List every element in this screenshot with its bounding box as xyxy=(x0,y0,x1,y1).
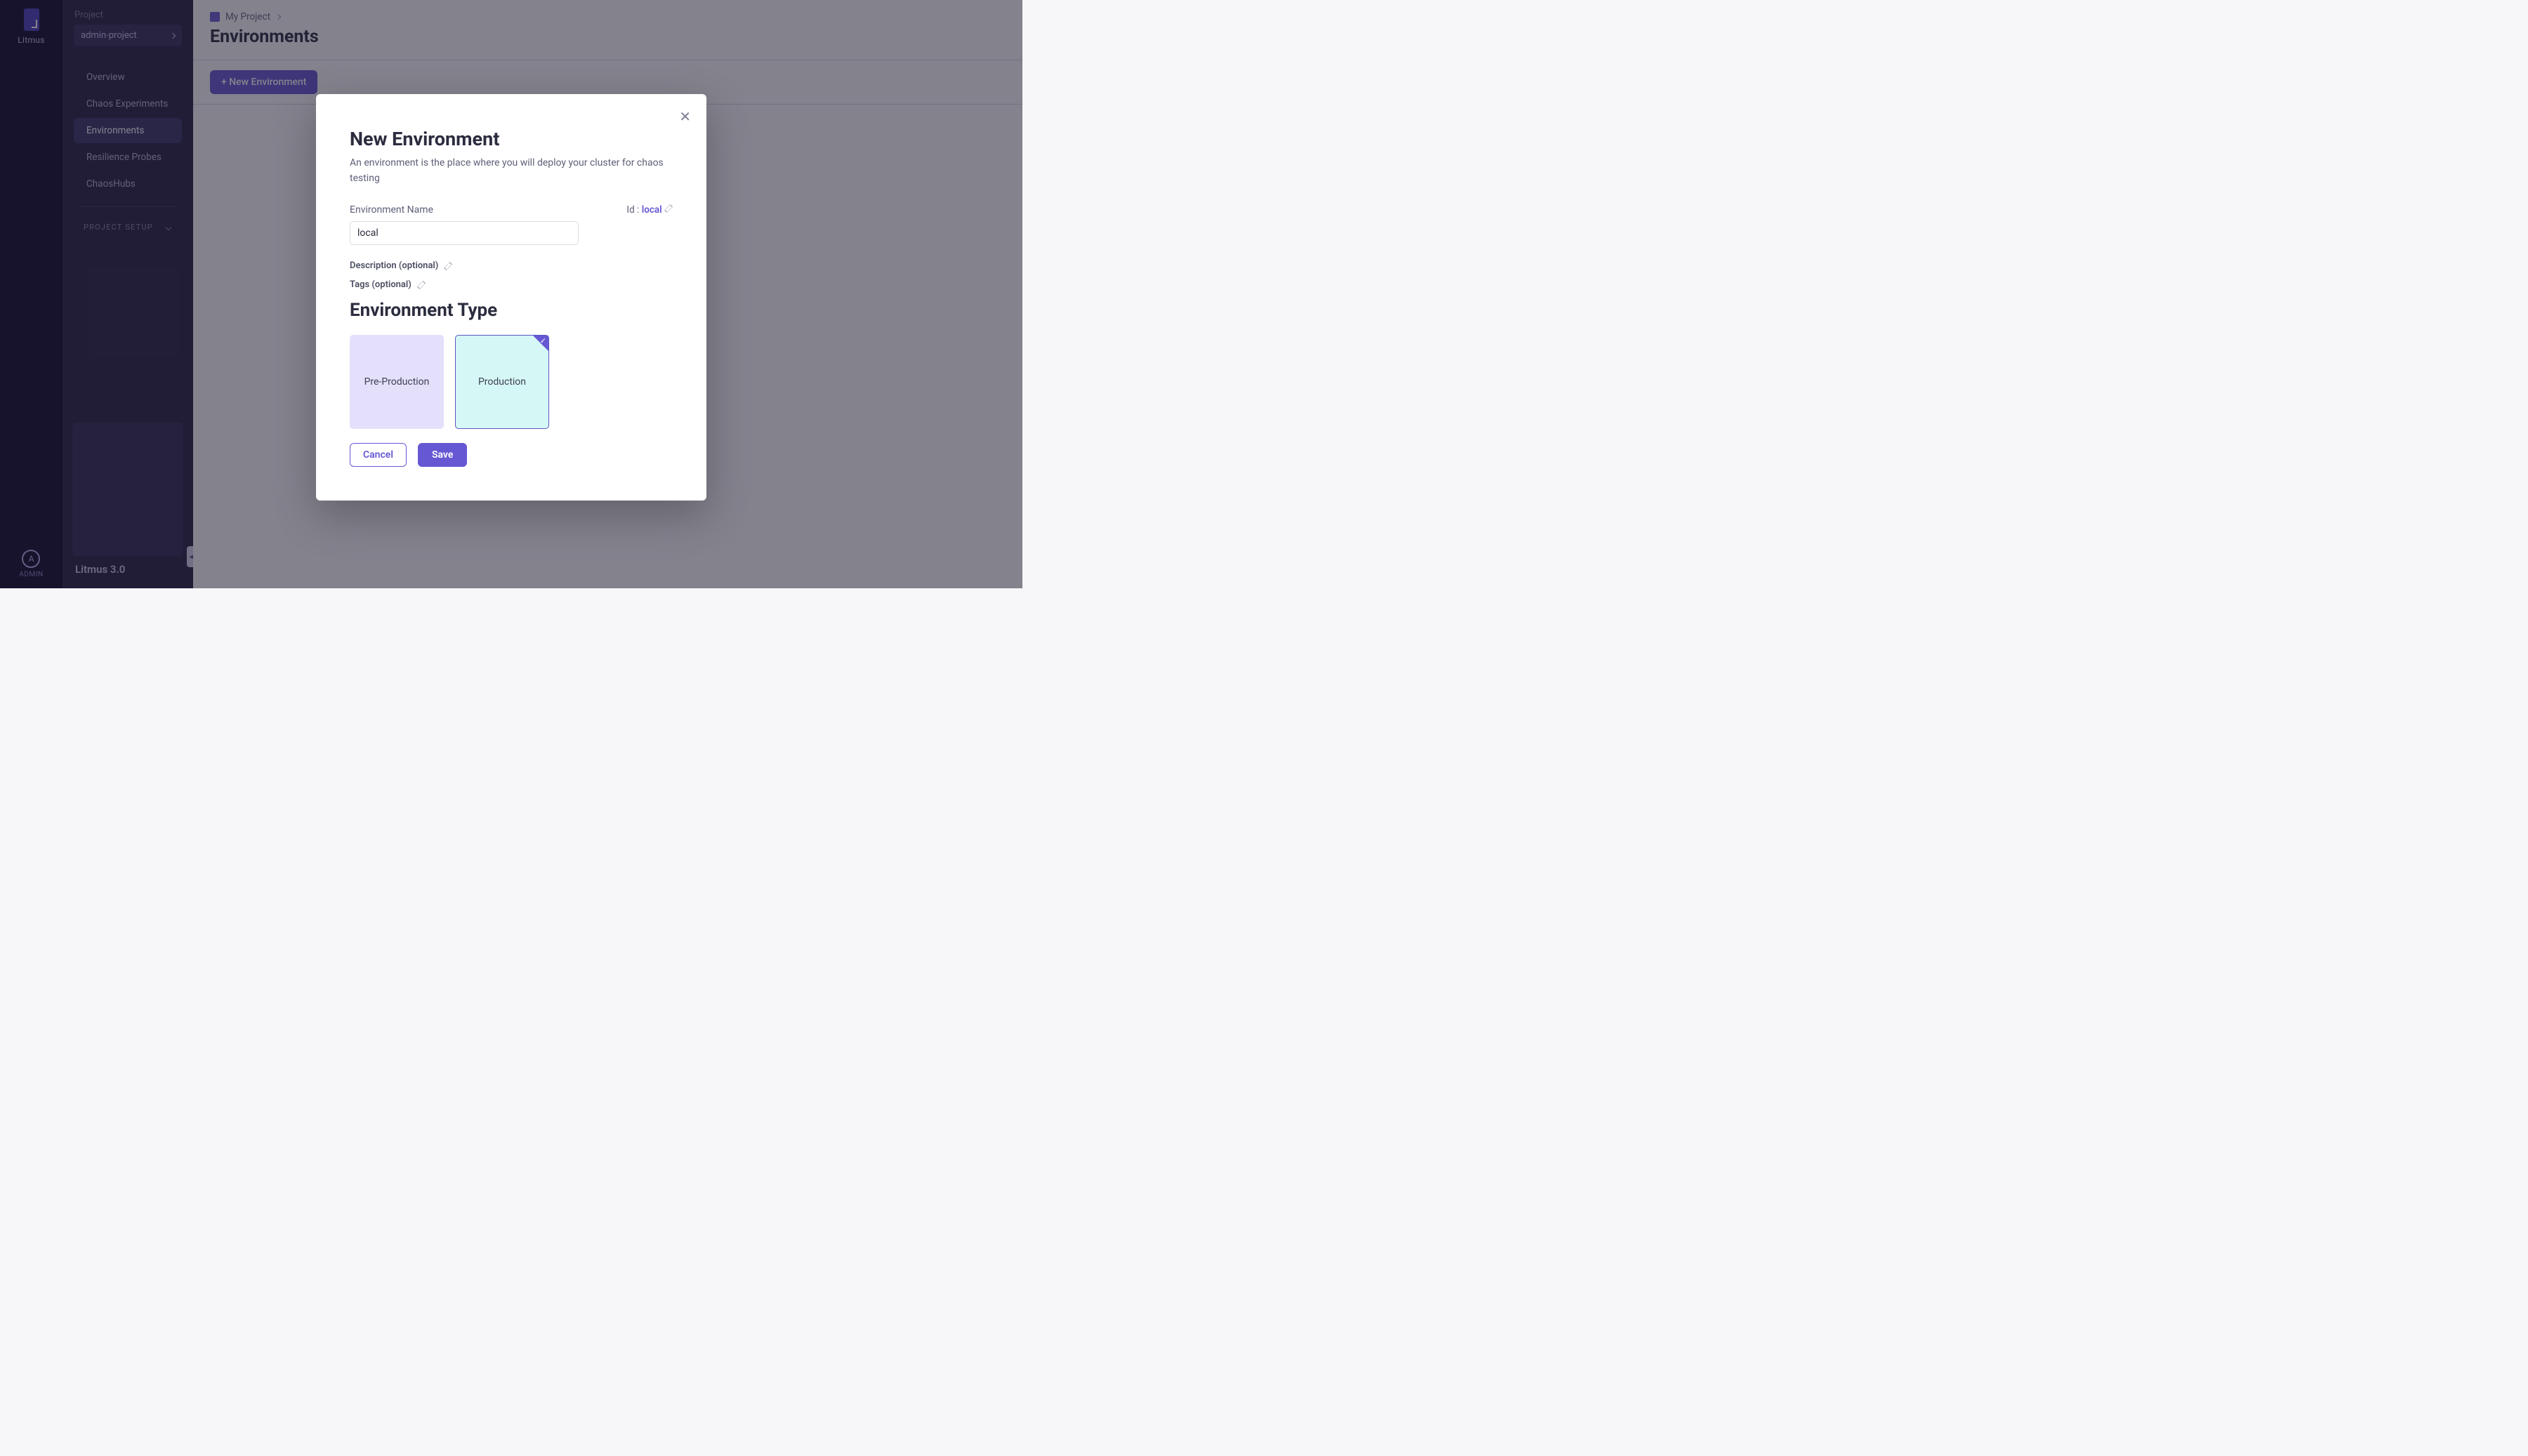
tags-label: Tags (optional) xyxy=(350,279,412,290)
close-icon[interactable]: ✕ xyxy=(679,110,691,124)
environment-type-heading: Environment Type xyxy=(350,300,673,321)
new-environment-modal: ✕ New Environment An environment is the … xyxy=(316,94,706,501)
id-prefix: Id : xyxy=(626,204,641,216)
modal-subtitle: An environment is the place where you wi… xyxy=(350,156,673,186)
tags-toggle[interactable]: Tags (optional) xyxy=(350,279,673,290)
env-type-production[interactable]: ✓ Production xyxy=(455,335,549,429)
card-label: Pre-Production xyxy=(364,376,430,388)
description-toggle[interactable]: Description (optional) xyxy=(350,260,673,271)
description-label: Description (optional) xyxy=(350,260,438,271)
edit-id-icon[interactable] xyxy=(664,204,673,213)
cancel-button[interactable]: Cancel xyxy=(350,443,407,467)
edit-description-icon xyxy=(444,262,452,270)
card-label: Production xyxy=(478,376,526,388)
modal-title: New Environment xyxy=(350,128,673,150)
check-icon: ✓ xyxy=(540,336,546,345)
environment-name-input[interactable] xyxy=(350,221,579,245)
save-button[interactable]: Save xyxy=(418,443,467,467)
environment-id-display: Id : local xyxy=(626,204,673,216)
env-type-pre-production[interactable]: Pre-Production xyxy=(350,335,444,429)
edit-tags-icon xyxy=(417,281,426,289)
id-value: local xyxy=(642,204,662,216)
environment-name-label: Environment Name xyxy=(350,204,433,216)
